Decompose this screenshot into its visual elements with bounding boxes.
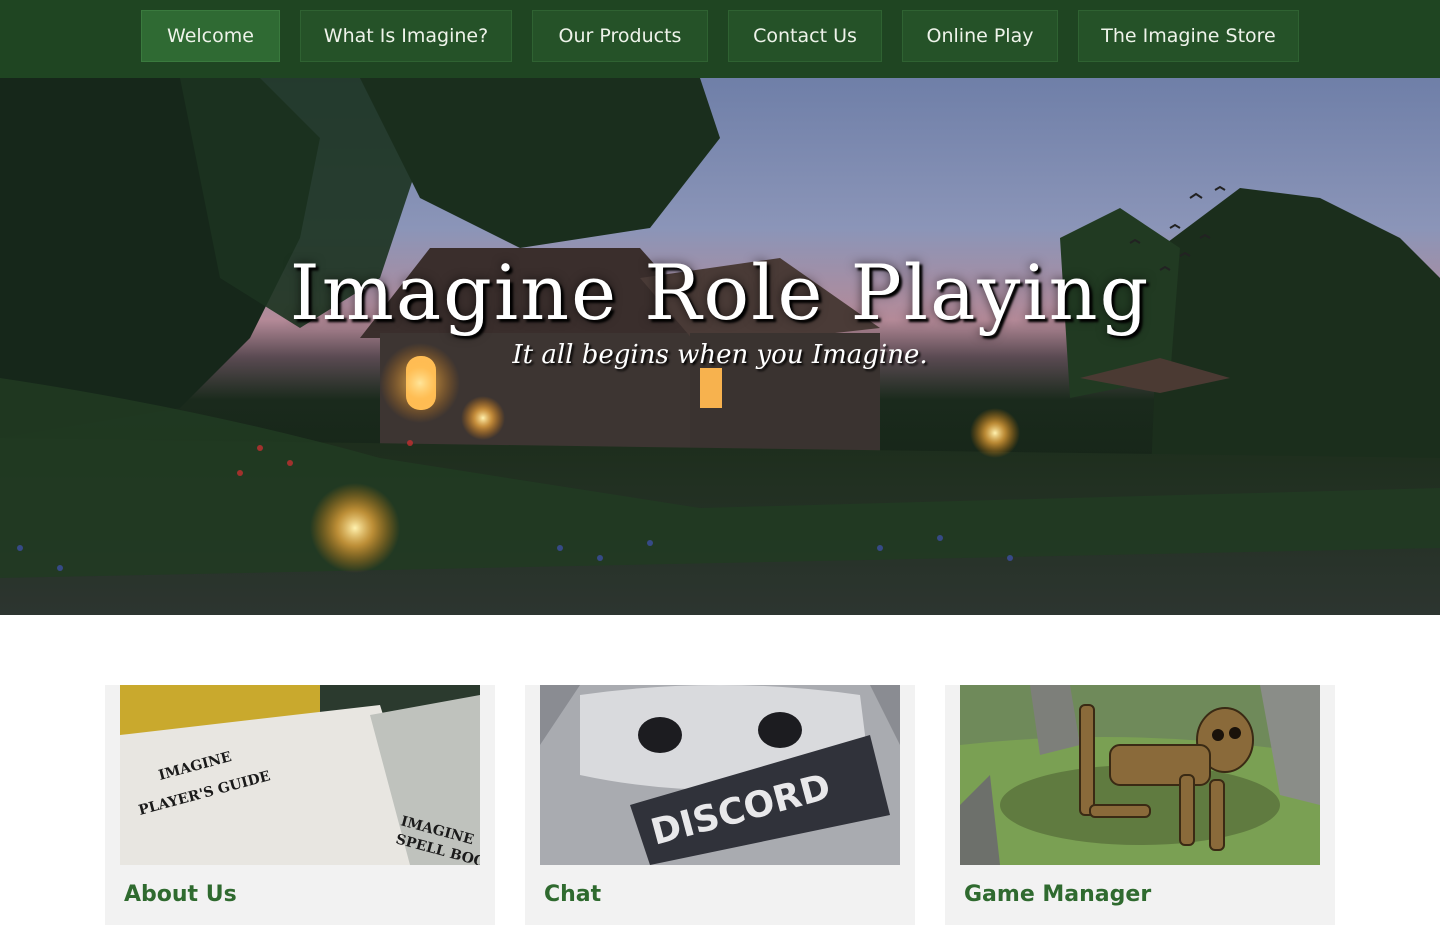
card-game-manager[interactable]: Game Manager — [945, 685, 1335, 925]
main-navigation: Welcome What Is Imagine? Our Products Co… — [0, 0, 1440, 78]
nav-contact-us[interactable]: Contact Us — [728, 10, 882, 62]
card-title[interactable]: Chat — [544, 882, 601, 907]
card-chat[interactable]: DISCORD Chat — [525, 685, 915, 925]
nav-our-products[interactable]: Our Products — [532, 10, 708, 62]
players-guide-books-image[interactable]: IMAGINE PLAYER'S GUIDE IMAGINE SPELL BOO… — [120, 685, 480, 865]
nav-imagine-store[interactable]: The Imagine Store — [1078, 10, 1299, 62]
discord-logo-image[interactable]: DISCORD — [540, 685, 900, 865]
hero-subtitle: It all begins when you Imagine. — [512, 340, 928, 370]
card-title[interactable]: Game Manager — [964, 882, 1151, 907]
nav-online-play[interactable]: Online Play — [902, 10, 1058, 62]
nav-welcome[interactable]: Welcome — [141, 10, 280, 62]
hero-banner: Imagine Role Playing It all begins when … — [0, 78, 1440, 615]
skeleton-image[interactable] — [960, 685, 1320, 865]
hero-title: Imagine Role Playing — [289, 248, 1151, 337]
card-title[interactable]: About Us — [124, 882, 237, 907]
card-about-us[interactable]: IMAGINE PLAYER'S GUIDE IMAGINE SPELL BOO… — [105, 685, 495, 925]
nav-what-is-imagine[interactable]: What Is Imagine? — [300, 10, 512, 62]
